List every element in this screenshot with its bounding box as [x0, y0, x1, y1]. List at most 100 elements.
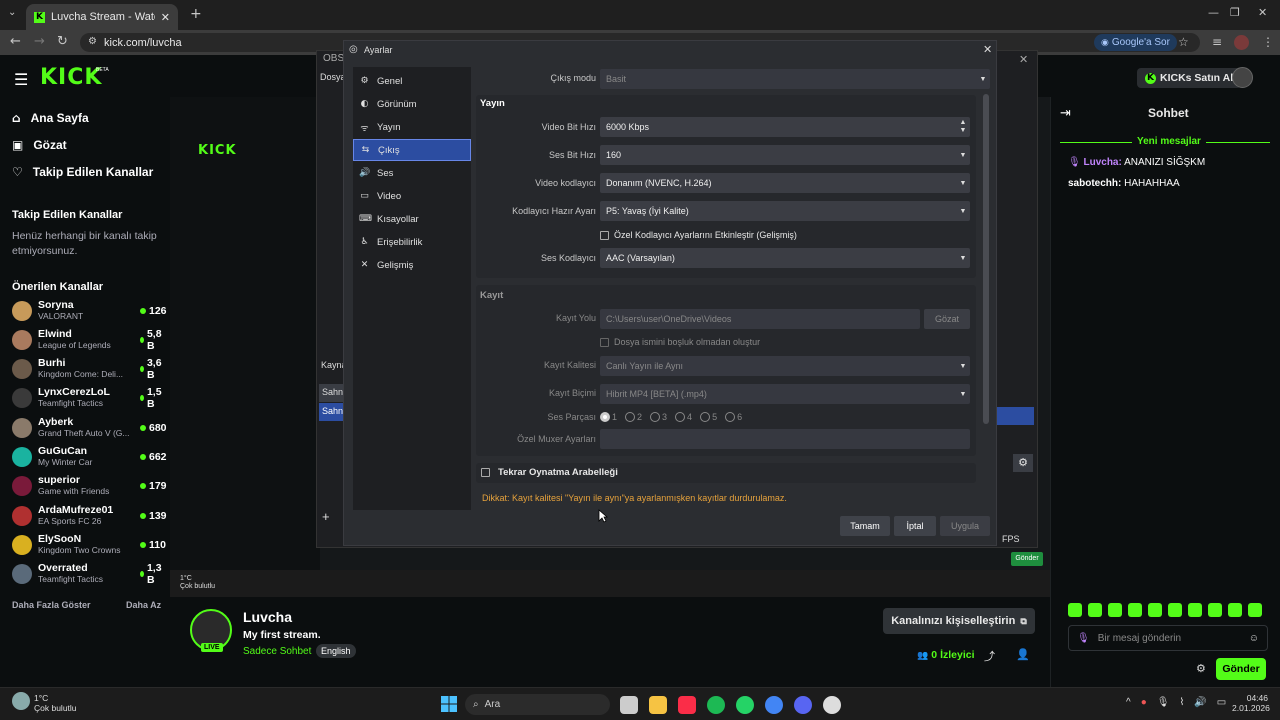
audio-track-radio[interactable]: 2 — [625, 412, 642, 422]
radio-button[interactable] — [725, 412, 736, 422]
settings-tab-tools[interactable]: ✕ Gelişmiş — [353, 254, 471, 276]
emoji-icon[interactable]: ☺ — [1249, 633, 1259, 644]
audio-track-radio[interactable]: 5 — [700, 412, 717, 422]
video-bitrate-input[interactable]: 6000 Kbps ▲ ▼ — [600, 117, 970, 137]
hamburger-menu-icon[interactable]: ☰ — [14, 70, 28, 89]
nav-browse[interactable]: ▣ Gözat — [12, 138, 67, 152]
replay-buffer-checkbox[interactable]: Tekrar Oynatma Arabelleği — [481, 467, 618, 478]
tray-app-icon[interactable]: ● — [1141, 697, 1147, 708]
nav-following[interactable]: ♡ Takip Edilen Kanallar — [12, 165, 153, 179]
customize-channel-button[interactable]: Kanalınızı kişiselleştirin ⧉ — [883, 608, 1035, 634]
collapse-chat-icon[interactable]: ⇥ — [1060, 106, 1071, 121]
encoder-preset-select[interactable]: P5: Yavaş (İyi Kalite) ▼ — [600, 201, 970, 221]
chrome-icon[interactable] — [765, 696, 783, 714]
chevron-up-icon[interactable]: ^ — [1126, 697, 1131, 708]
record-format-select[interactable]: Hibrit MP4 [BETA] (.mp4) ▼ — [600, 384, 970, 404]
show-more-link[interactable]: Daha Fazla Göster — [12, 600, 91, 610]
user-avatar[interactable] — [1232, 67, 1253, 88]
cancel-button[interactable]: İptal — [894, 516, 936, 536]
weather-icon[interactable] — [12, 692, 30, 710]
settings-tab-speaker[interactable]: 🔊 Ses — [353, 162, 471, 184]
obs-add-scene-icon[interactable]: + — [322, 509, 330, 524]
clock[interactable]: 04:46 2.01.2026 — [1232, 693, 1270, 713]
discord-icon[interactable] — [794, 696, 812, 714]
obs-settings-gear-icon[interactable]: ⚙ — [1013, 454, 1033, 472]
channel-item[interactable]: Burhi Kingdom Come: Deli... 3,6 B — [12, 355, 162, 384]
show-less-link[interactable]: Daha Az — [126, 600, 161, 610]
emote-icon[interactable] — [1128, 603, 1142, 617]
audio-encoder-select[interactable]: AAC (Varsayılan) ▼ — [600, 248, 970, 268]
channel-item[interactable]: ElySooN Kingdom Two Crowns 110 — [12, 530, 166, 559]
kick-logo[interactable]: KICK — [40, 65, 102, 90]
checkbox-box[interactable] — [600, 230, 609, 240]
emote-icon[interactable] — [1068, 603, 1082, 617]
weather-widget[interactable]: 1°C Çok bulutlu — [34, 693, 77, 713]
extensions-icon[interactable]: ≡ — [1212, 35, 1222, 49]
browse-button[interactable]: Gözat — [924, 309, 970, 329]
tab-list-icon[interactable]: ⌄ — [8, 7, 16, 18]
audio-track-radio[interactable]: 6 — [725, 412, 742, 422]
more-menu-icon[interactable]: ⋮ — [1262, 35, 1274, 49]
settings-tab-appearance[interactable]: ◐ Görünüm — [353, 93, 471, 115]
settings-tab-keyboard[interactable]: ⌨ Kısayollar — [353, 208, 471, 230]
language-tag[interactable]: English — [316, 644, 356, 658]
emote-icon[interactable] — [1108, 603, 1122, 617]
chat-settings-gear-icon[interactable]: ⚙ — [1196, 662, 1206, 675]
stream-category-link[interactable]: Sadece Sohbet — [243, 646, 311, 657]
obs-icon[interactable] — [823, 696, 841, 714]
back-icon[interactable]: ← — [10, 34, 21, 49]
close-window-icon[interactable]: ✕ — [1258, 6, 1267, 19]
chat-username[interactable]: Luvcha: — [1083, 157, 1121, 168]
obs-close-icon[interactable]: ✕ — [1019, 53, 1028, 66]
chat-username[interactable]: sabotechh: — [1068, 178, 1121, 189]
radio-button[interactable] — [700, 412, 711, 422]
site-info-icon[interactable]: ⚙ — [88, 36, 97, 47]
nav-home[interactable]: ⌂ Ana Sayfa — [12, 111, 89, 125]
streamer-name[interactable]: Luvcha — [243, 609, 292, 625]
channel-item[interactable]: LynxCerezLoL Teamfight Tactics 1,5 B — [12, 384, 162, 413]
ok-button[interactable]: Tamam — [840, 516, 890, 536]
settings-scrollbar[interactable] — [983, 94, 989, 424]
file-explorer-icon[interactable] — [649, 696, 667, 714]
muxer-input[interactable] — [600, 429, 970, 449]
checkbox-box[interactable] — [600, 337, 609, 347]
spin-arrows-icon[interactable]: ▲ ▼ — [956, 119, 970, 135]
emote-icon[interactable] — [1188, 603, 1202, 617]
emote-icon[interactable] — [1248, 603, 1262, 617]
google-ask-button[interactable]: ◉ Google'a Sor — [1094, 34, 1177, 51]
spotify-icon[interactable] — [707, 696, 725, 714]
channel-item[interactable]: Overrated Teamfight Tactics 1,3 B — [12, 560, 162, 589]
windows-start-icon[interactable] — [441, 696, 457, 712]
settings-tab-antenna[interactable]: ᯤ Yayın — [353, 116, 471, 138]
settings-tab-output[interactable]: ⇆ Çıkış — [353, 139, 471, 161]
chat-send-button[interactable]: Gönder — [1216, 658, 1266, 680]
video-encoder-select[interactable]: Donanım (NVENC, H.264) ▼ — [600, 173, 970, 193]
emote-icon[interactable] — [1168, 603, 1182, 617]
radio-button[interactable] — [625, 412, 636, 422]
audio-track-radio[interactable]: 3 — [650, 412, 667, 422]
volume-icon[interactable]: 🔊 — [1194, 697, 1206, 708]
custom-encoder-checkbox[interactable]: Özel Kodlayıcı Ayarlarını Etkinleştir (G… — [600, 230, 797, 240]
channel-item[interactable]: superior Game with Friends 179 — [12, 472, 167, 501]
channel-item[interactable]: ArdaMufreze01 EA Sports FC 26 139 — [12, 501, 167, 530]
whatsapp-icon[interactable] — [736, 696, 754, 714]
record-quality-select[interactable]: Canlı Yayın ile Aynı ▼ — [600, 356, 970, 376]
emote-icon[interactable] — [1088, 603, 1102, 617]
settings-tab-accessibility[interactable]: ♿ Erişebilirlik — [353, 231, 471, 253]
settings-tab-gear[interactable]: ⚙ Genel — [353, 70, 471, 92]
browser-tab[interactable]: K Luvcha Stream - Watch Live ✕ — [26, 4, 178, 30]
output-mode-select[interactable]: Basit ▼ — [600, 69, 990, 89]
channel-item[interactable]: GuGuCan My Winter Car 662 — [12, 443, 167, 472]
network-icon[interactable]: ⌇ — [1179, 697, 1184, 708]
audio-track-radio[interactable]: 4 — [675, 412, 692, 422]
apply-button[interactable]: Uygula — [940, 516, 990, 536]
emote-icon[interactable] — [1208, 603, 1222, 617]
channel-item[interactable]: Ayberk Grand Theft Auto V (G... 680 — [12, 413, 167, 442]
settings-tab-monitor[interactable]: ▭ Video — [353, 185, 471, 207]
buy-kicks-button[interactable]: K KICKs Satın Al — [1137, 68, 1242, 88]
forward-icon[interactable]: → — [34, 34, 45, 49]
settings-close-icon[interactable]: ✕ — [983, 43, 992, 56]
music-app-icon[interactable] — [678, 696, 696, 714]
taskbar-search[interactable]: ⌕ Ara — [465, 694, 610, 715]
profile-avatar[interactable] — [1234, 35, 1249, 50]
